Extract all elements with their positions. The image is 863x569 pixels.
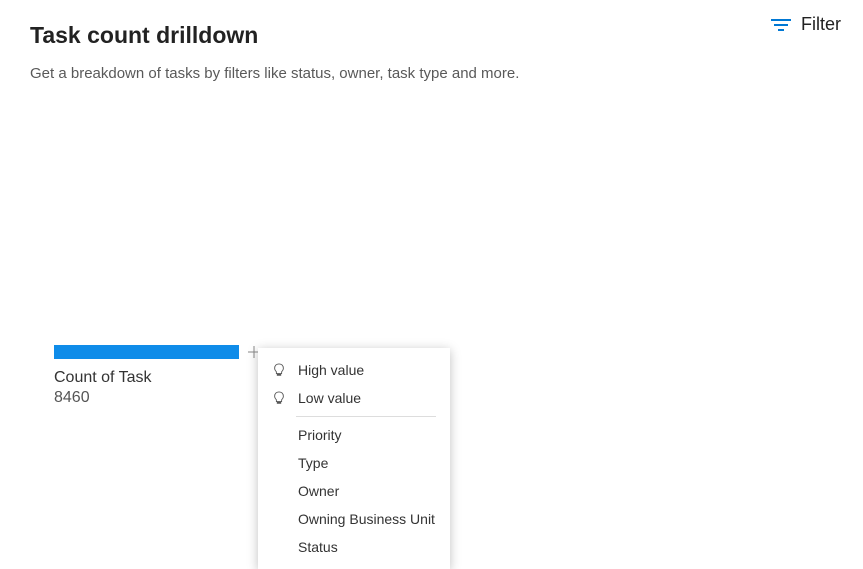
bar-container (54, 345, 239, 359)
menu-item-label: Status (298, 539, 338, 555)
filter-label: Filter (801, 14, 841, 35)
menu-item-high-value[interactable]: High value (258, 356, 450, 384)
menu-item-label: Priority (298, 427, 342, 443)
menu-item-label: Low value (298, 390, 361, 406)
page-subtitle: Get a breakdown of tasks by filters like… (30, 65, 833, 82)
menu-item-owning-business-unit[interactable]: Owning Business Unit (258, 505, 450, 533)
chart-area: Count of Task 8460 (54, 345, 239, 407)
menu-item-label: High value (298, 362, 364, 378)
menu-item-priority[interactable]: Priority (258, 421, 450, 449)
menu-item-label: Type (298, 455, 328, 471)
filter-icon (771, 19, 791, 31)
page-header: Task count drilldown Get a breakdown of … (0, 0, 863, 82)
bar-label: Count of Task (54, 369, 239, 387)
lightbulb-icon (272, 363, 286, 377)
menu-divider (296, 416, 436, 417)
menu-item-low-value[interactable]: Low value (258, 384, 450, 412)
bar-value: 8460 (54, 389, 239, 407)
page-title: Task count drilldown (30, 22, 833, 49)
task-count-bar[interactable] (54, 345, 239, 359)
filter-button[interactable]: Filter (765, 10, 847, 39)
menu-item-owner[interactable]: Owner (258, 477, 450, 505)
menu-item-label: Owner (298, 483, 339, 499)
lightbulb-icon (272, 391, 286, 405)
menu-item-status[interactable]: Status (258, 533, 450, 561)
drilldown-menu: High value Low value Priority Type Owner… (258, 348, 450, 569)
menu-item-label: Owning Business Unit (298, 511, 435, 527)
menu-item-type[interactable]: Type (258, 449, 450, 477)
